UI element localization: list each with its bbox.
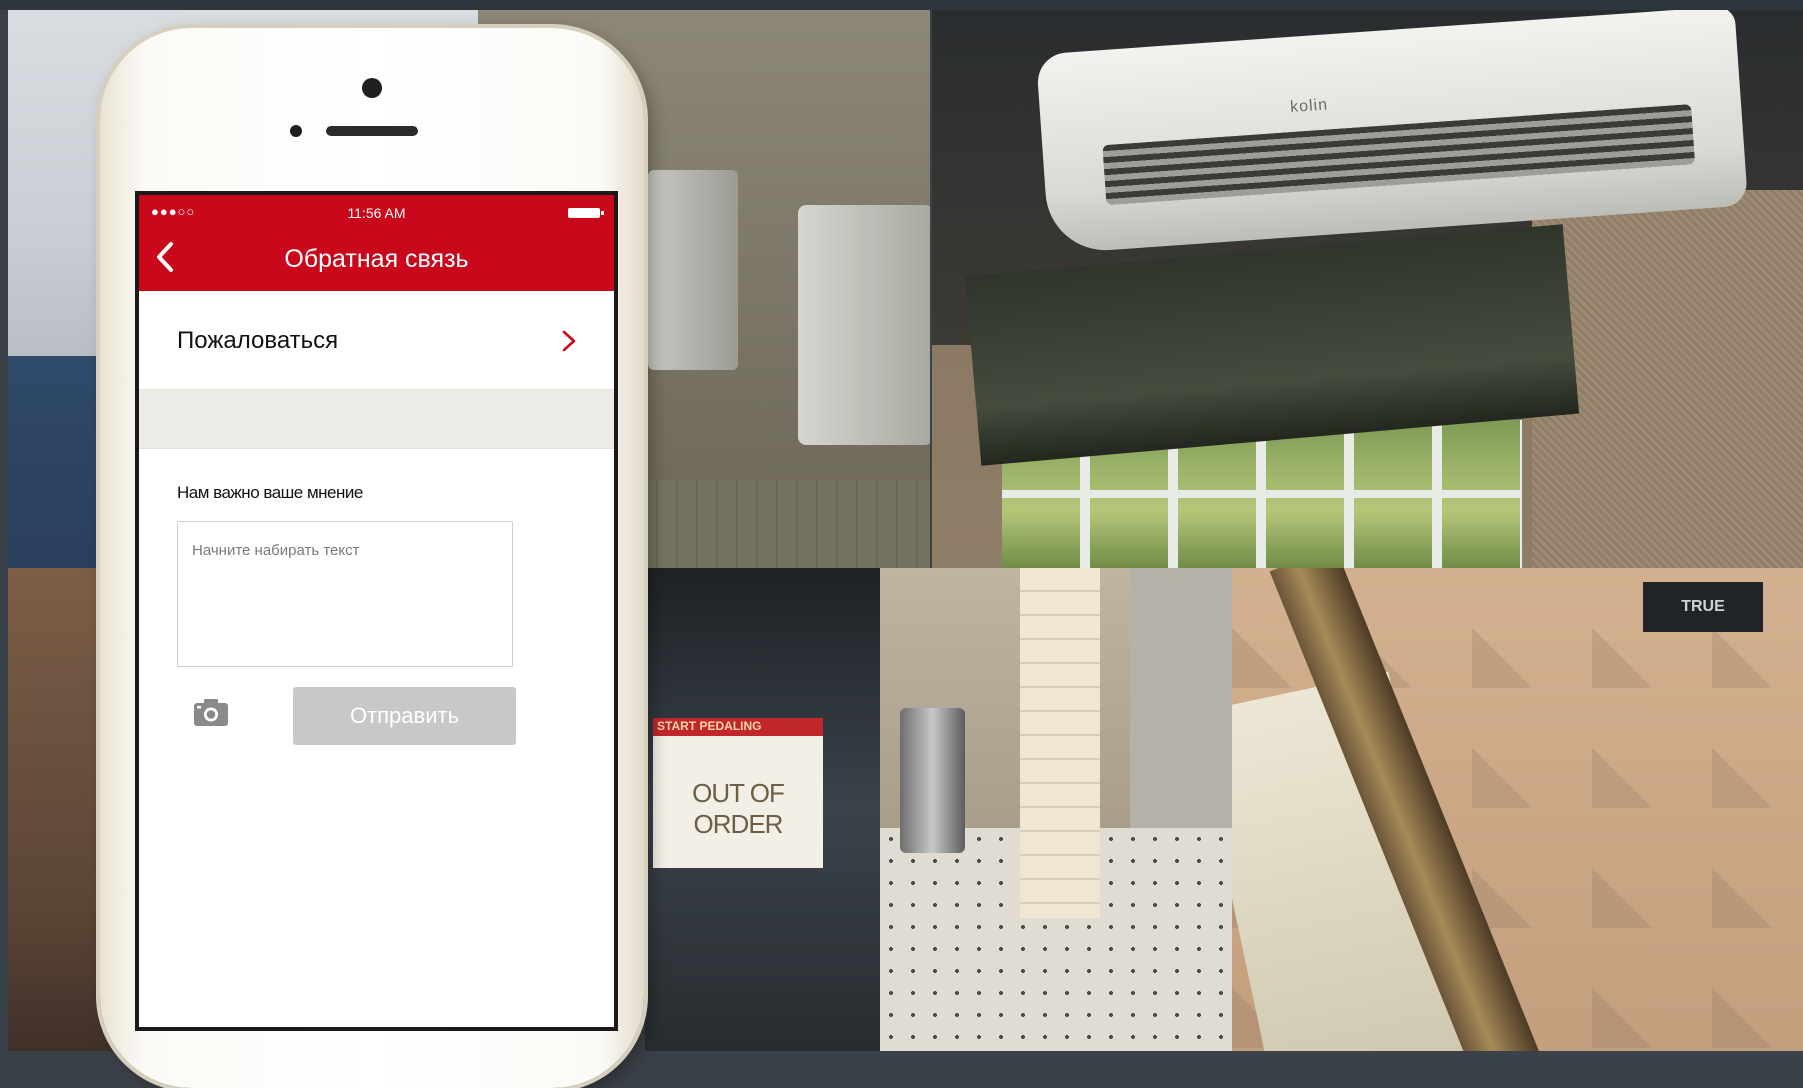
complain-label: Пожаловаться xyxy=(177,327,339,354)
stall-door xyxy=(1130,568,1232,828)
front-camera xyxy=(362,78,382,98)
earpiece-speaker xyxy=(326,126,418,136)
section-divider xyxy=(139,390,614,449)
feedback-box xyxy=(177,521,513,667)
send-button[interactable]: Отправить xyxy=(293,687,516,745)
phone-screen: ●●●○○ 11:56 AM Обратная связь Пожаловать… xyxy=(135,191,618,1031)
photo-restroom xyxy=(880,568,1232,1051)
tile-column xyxy=(1020,568,1100,918)
status-time: 11:56 AM xyxy=(347,205,406,221)
proximity-sensor xyxy=(290,125,302,137)
nav-bar: ●●●○○ 11:56 AM Обратная связь xyxy=(139,195,614,291)
complain-row[interactable]: Пожаловаться xyxy=(139,291,614,390)
top-bar xyxy=(0,0,1803,10)
gym-brand-badge: TRUE xyxy=(1643,582,1763,632)
chevron-right-icon xyxy=(562,330,576,352)
ac-brand-label: kolin xyxy=(1289,96,1329,117)
feedback-label: Нам важно ваше мнение xyxy=(177,483,363,502)
treadmill-banner: START PEDALING xyxy=(653,718,823,736)
out-of-order-text: OUT OF ORDER xyxy=(692,778,785,839)
battery-icon xyxy=(568,208,604,218)
photo-treadmill: OUT OF ORDER START PEDALING xyxy=(645,568,880,1051)
photo-air-conditioner: kolin xyxy=(932,10,1803,568)
drinking-fountain xyxy=(648,170,738,370)
treadmill-banner-text: START PEDALING xyxy=(657,719,762,733)
ac-vent xyxy=(1102,104,1696,206)
attach-photo-button[interactable] xyxy=(191,696,231,730)
feedback-textarea[interactable] xyxy=(178,522,512,666)
page-title: Обратная связь xyxy=(284,245,469,273)
camera-icon xyxy=(194,699,228,726)
trash-can xyxy=(900,708,965,853)
drinking-fountain xyxy=(798,205,930,445)
out-of-order-sign: OUT OF ORDER xyxy=(653,718,823,868)
photo-rusty-equipment: TRUE xyxy=(1232,568,1803,1051)
